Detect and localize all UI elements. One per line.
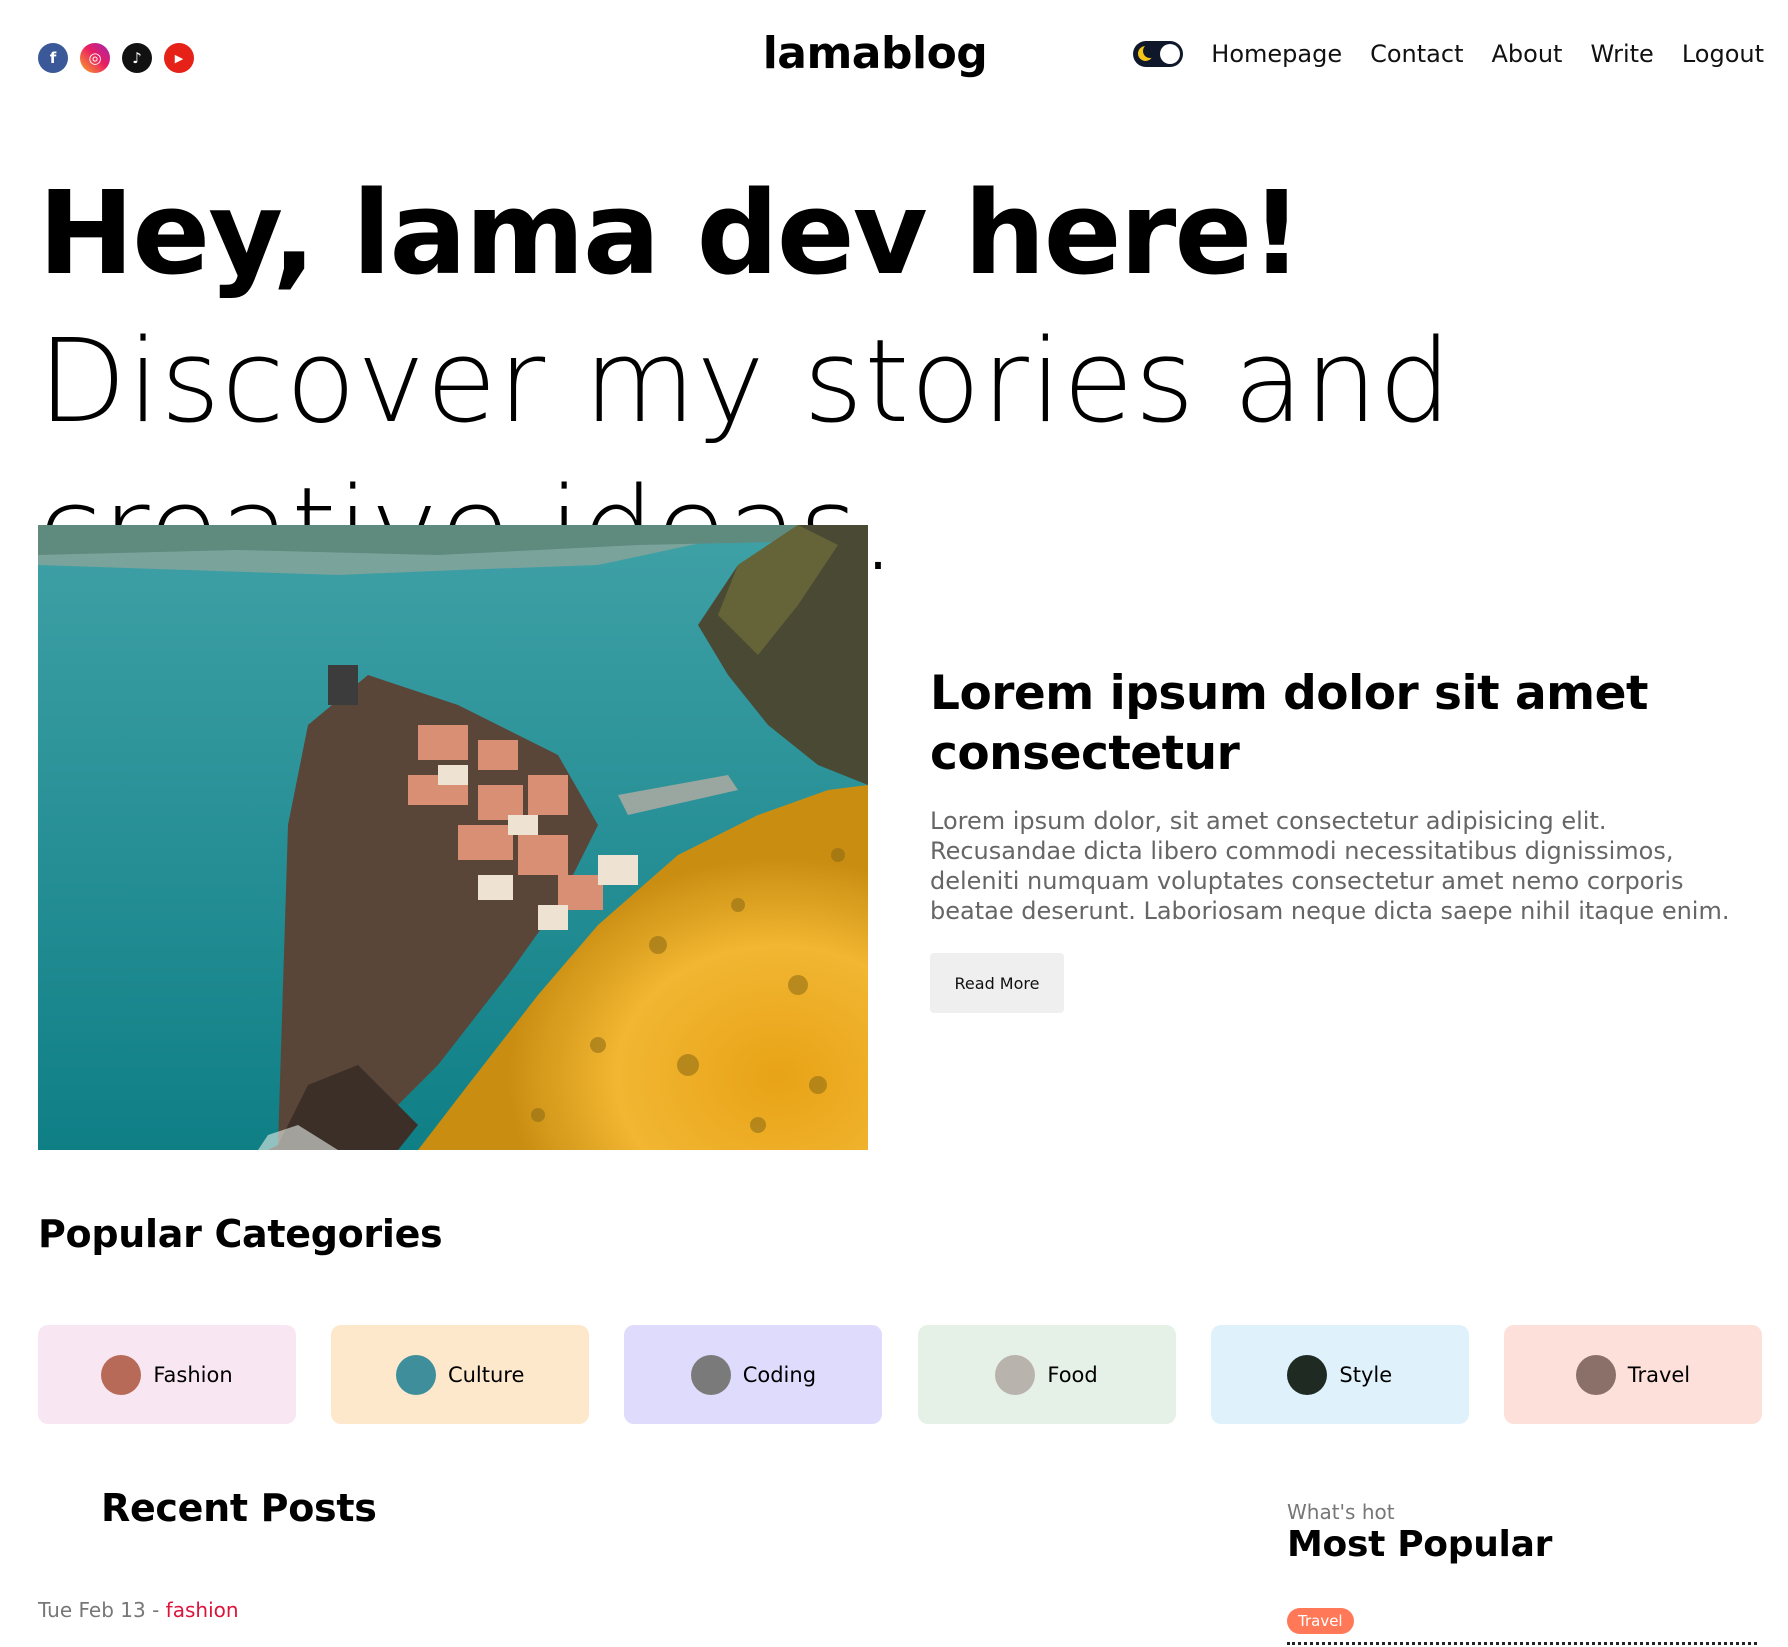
most-popular-title: Most Popular: [1287, 1524, 1553, 1565]
category-label: Culture: [447, 1362, 525, 1387]
recent-posts-title: Recent Posts: [101, 1486, 377, 1530]
facebook-icon[interactable]: f: [38, 43, 68, 73]
toggle-knob: [1160, 44, 1181, 64]
category-thumbnail: [995, 1354, 1036, 1395]
moon-icon: [1138, 44, 1158, 61]
category-thumbnail: [395, 1354, 436, 1395]
nav-link-contact[interactable]: Contact: [1370, 40, 1463, 68]
post-meta: Tue Feb 13 - fashion: [38, 1598, 239, 1622]
category-fashion[interactable]: Fashion: [38, 1325, 296, 1424]
featured-post-title[interactable]: Lorem ipsum dolor sit amet consectetur: [930, 664, 1750, 784]
nav-menu: Homepage Contact About Write Logout: [1133, 40, 1764, 68]
post-category-link[interactable]: fashion: [166, 1598, 239, 1622]
category-food[interactable]: Food: [917, 1325, 1176, 1424]
category-coding[interactable]: Coding: [624, 1325, 883, 1424]
category-list: Fashion Culture Coding Food Style Travel: [38, 1325, 1762, 1424]
theme-toggle[interactable]: [1133, 41, 1184, 67]
category-label: Food: [1047, 1362, 1098, 1387]
nav-link-about[interactable]: About: [1491, 40, 1562, 68]
category-thumbnail: [1575, 1354, 1616, 1395]
meta-separator: -: [145, 1598, 166, 1622]
site-logo[interactable]: lamablog: [680, 28, 1070, 79]
featured-post-description: Lorem ipsum dolor, sit amet consectetur …: [930, 807, 1730, 925]
travel-tag[interactable]: Travel: [1287, 1608, 1354, 1634]
featured-image: [38, 525, 868, 1150]
read-more-button[interactable]: Read More: [930, 953, 1064, 1013]
category-thumbnail: [101, 1354, 142, 1395]
youtube-icon[interactable]: ▶: [164, 43, 194, 73]
nav-link-homepage[interactable]: Homepage: [1211, 40, 1342, 68]
truncated-post-title: [1287, 1642, 1757, 1647]
category-thumbnail: [1287, 1354, 1328, 1395]
category-culture[interactable]: Culture: [331, 1325, 590, 1424]
tiktok-icon[interactable]: ♪: [122, 43, 152, 73]
category-travel[interactable]: Travel: [1503, 1325, 1762, 1424]
nav-link-logout[interactable]: Logout: [1682, 40, 1764, 68]
category-label: Fashion: [153, 1362, 233, 1387]
instagram-icon[interactable]: ◎: [80, 43, 110, 73]
category-label: Style: [1339, 1362, 1393, 1387]
category-label: Coding: [742, 1362, 817, 1387]
category-style[interactable]: Style: [1210, 1325, 1469, 1424]
social-links: f ◎ ♪ ▶: [38, 43, 194, 73]
post-date: Tue Feb 13: [38, 1598, 146, 1622]
nav-link-write[interactable]: Write: [1590, 40, 1653, 68]
category-label: Travel: [1627, 1362, 1691, 1387]
category-thumbnail: [690, 1354, 731, 1395]
whats-hot-kicker: What's hot: [1287, 1500, 1395, 1524]
hero-title-bold: Hey, lama dev here!: [38, 167, 1303, 301]
popular-categories-title: Popular Categories: [38, 1212, 443, 1256]
navbar: f ◎ ♪ ▶ lamablog Homepage Contact About …: [0, 0, 1788, 120]
